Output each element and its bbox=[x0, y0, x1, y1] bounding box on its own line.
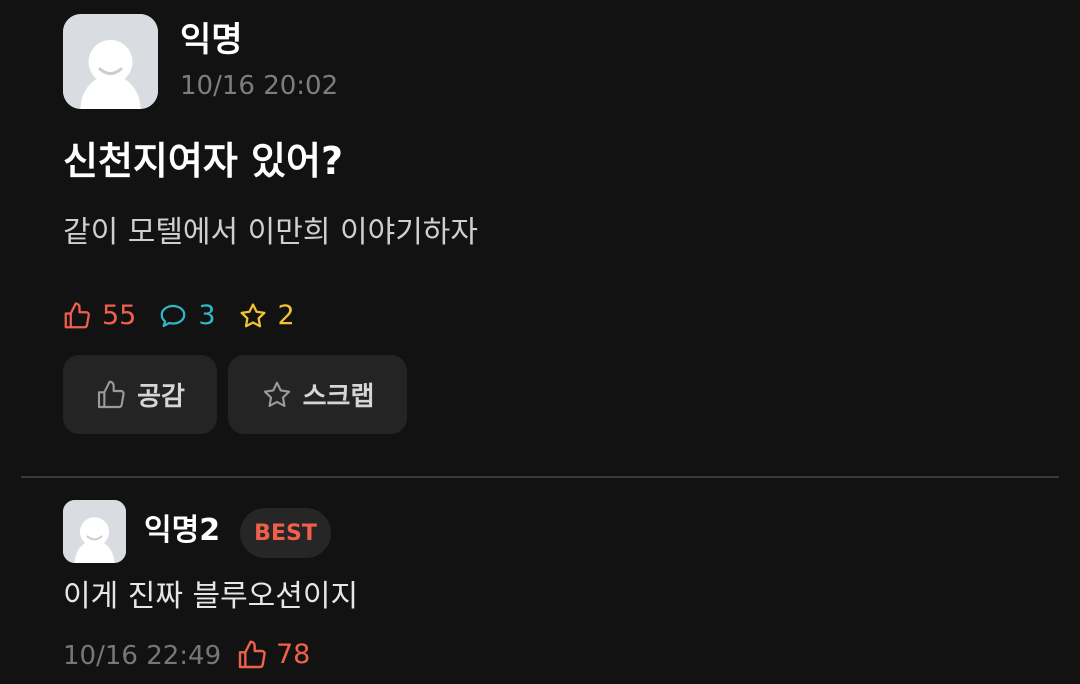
comment-timestamp: 10/16 22:49 bbox=[63, 641, 222, 671]
comment-author-avatar[interactable] bbox=[63, 500, 126, 563]
post-author-avatar[interactable] bbox=[63, 14, 158, 109]
comment-author-name: 익명2 bbox=[144, 513, 221, 548]
like-button[interactable]: 공감 bbox=[63, 355, 217, 434]
comment-count-stat: 3 bbox=[158, 300, 216, 332]
avatar-icon bbox=[63, 500, 126, 563]
divider bbox=[21, 476, 1059, 478]
post-body: 같이 모텔에서 이만희 이야기하자 bbox=[63, 215, 479, 250]
thumbs-up-icon bbox=[98, 380, 125, 408]
scrap-count: 2 bbox=[277, 300, 295, 331]
post-title: 신천지여자 있어? bbox=[63, 139, 343, 183]
post-author-name: 익명 bbox=[180, 20, 243, 60]
post-stats: 55 3 2 bbox=[62, 298, 317, 334]
post-timestamp: 10/16 20:02 bbox=[180, 71, 339, 101]
like-count-stat: 55 bbox=[62, 300, 136, 332]
comment-like-button[interactable]: 78 bbox=[236, 639, 310, 671]
like-count: 55 bbox=[102, 300, 137, 331]
scrap-button-label: 스크랩 bbox=[302, 382, 375, 412]
star-icon bbox=[240, 303, 266, 328]
comment-like-count: 78 bbox=[276, 639, 311, 670]
speech-bubble-icon bbox=[160, 304, 186, 328]
like-button-label: 공감 bbox=[137, 382, 185, 412]
star-icon bbox=[263, 381, 290, 407]
thumbs-up-icon bbox=[64, 302, 90, 329]
thumbs-up-icon bbox=[238, 640, 266, 669]
comment-count: 3 bbox=[198, 300, 216, 331]
avatar-icon bbox=[63, 14, 158, 109]
best-badge: BEST bbox=[240, 508, 331, 558]
comment-text: 이게 진짜 블루오션이지 bbox=[63, 579, 359, 614]
scrap-button[interactable]: 스크랩 bbox=[228, 355, 407, 434]
scrap-count-stat: 2 bbox=[238, 300, 295, 332]
